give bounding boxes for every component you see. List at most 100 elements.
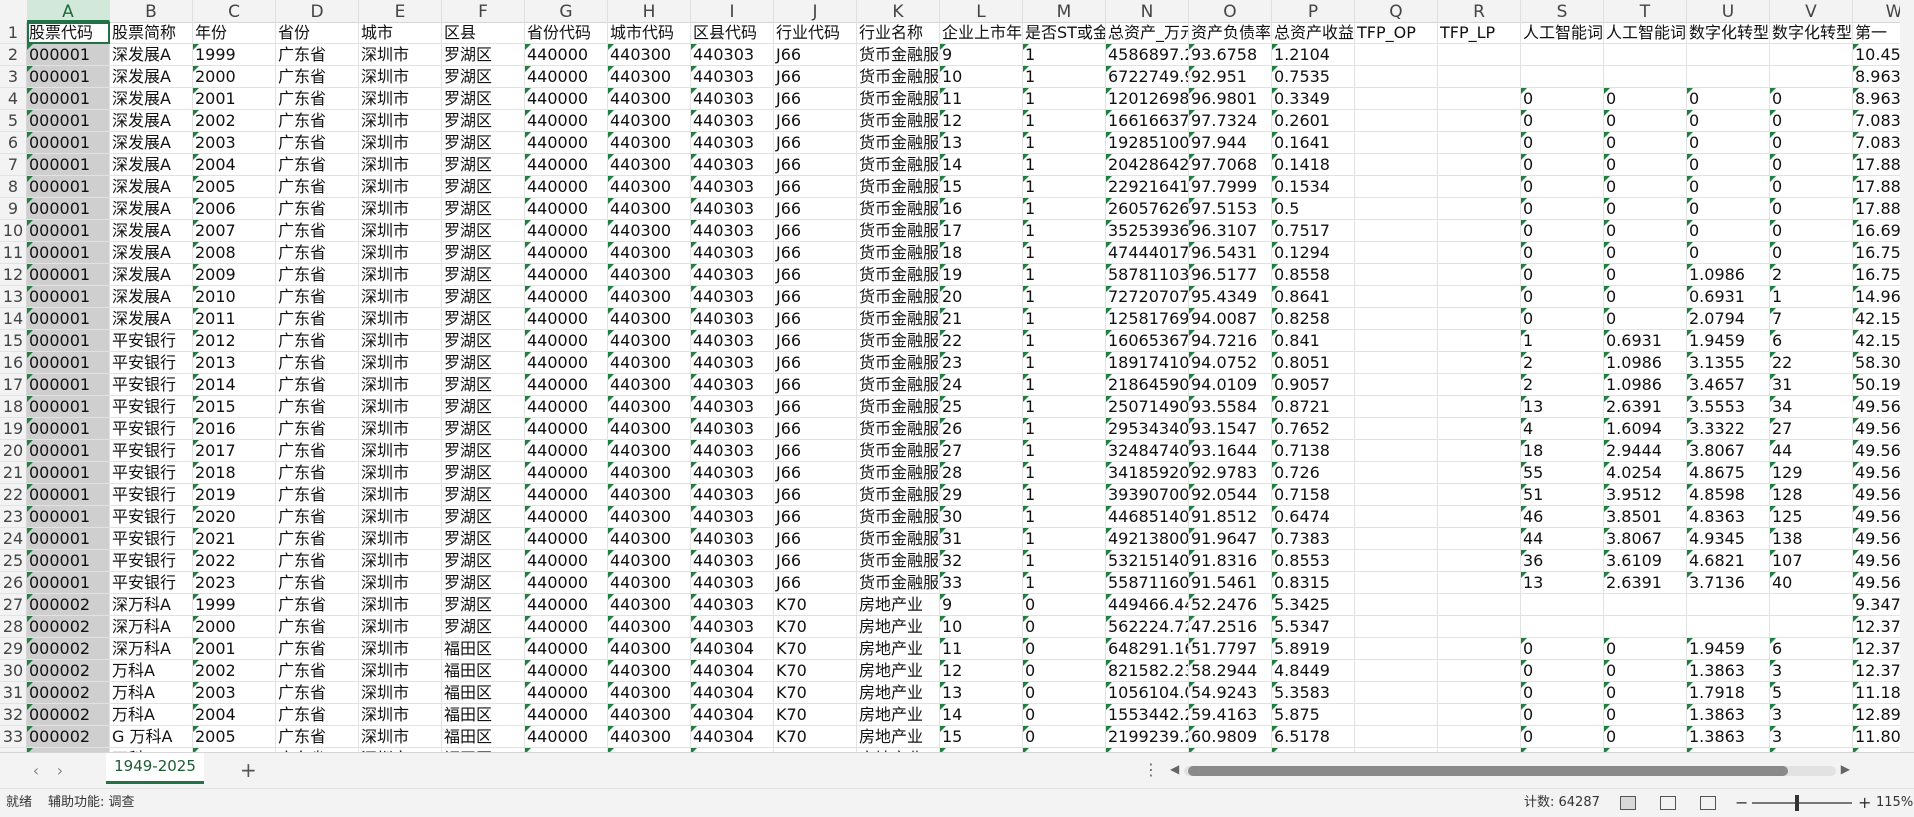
table-cell[interactable]: 92.0544	[1189, 484, 1272, 506]
table-cell[interactable]: 3.3322	[1687, 418, 1770, 440]
table-cell[interactable]: J66	[774, 330, 857, 352]
table-cell[interactable]: 2.0794	[1687, 308, 1770, 330]
table-cell[interactable]: 40	[1770, 572, 1853, 594]
scroll-thumb[interactable]	[1188, 766, 1788, 776]
table-cell[interactable]: 0.8558	[1272, 264, 1355, 286]
table-cell[interactable]: 129	[1770, 462, 1853, 484]
table-cell[interactable]: 91.8512	[1189, 506, 1272, 528]
table-cell[interactable]: 96.3107	[1189, 220, 1272, 242]
table-cell[interactable]: 0.7535	[1272, 66, 1355, 88]
table-cell[interactable]: 2007	[193, 220, 276, 242]
table-cell[interactable]	[1438, 462, 1521, 484]
row-header[interactable]: 22	[0, 484, 27, 506]
table-cell[interactable]: 440303	[691, 286, 774, 308]
header-cell[interactable]: 总资产收益	[1272, 22, 1355, 44]
table-cell[interactable]: 440303	[691, 44, 774, 66]
table-cell[interactable]: 深发展A	[110, 110, 193, 132]
table-cell[interactable]: 128	[1770, 484, 1853, 506]
table-cell[interactable]: 29	[940, 484, 1023, 506]
table-cell[interactable]: 3.7136	[1687, 572, 1770, 594]
row-header[interactable]: 15	[0, 330, 27, 352]
table-cell[interactable]: 000001	[27, 462, 110, 484]
table-cell[interactable]: J66	[774, 198, 857, 220]
table-cell[interactable]: 1.3863	[1687, 660, 1770, 682]
table-cell[interactable]: 440300	[608, 110, 691, 132]
column-header-h[interactable]: H	[608, 0, 691, 22]
table-cell[interactable]: 0	[1770, 132, 1853, 154]
table-cell[interactable]: 2005	[193, 176, 276, 198]
table-cell[interactable]: 2012	[193, 330, 276, 352]
table-cell[interactable]: 440303	[691, 506, 774, 528]
table-cell[interactable]: 2002	[193, 660, 276, 682]
table-cell[interactable]: 440300	[608, 264, 691, 286]
column-header-b[interactable]: B	[110, 0, 193, 22]
table-cell[interactable]: 0.5	[1272, 198, 1355, 220]
table-cell[interactable]: 18	[1521, 440, 1604, 462]
table-cell[interactable]: 0.8553	[1272, 550, 1355, 572]
table-cell[interactable]: 0.8051	[1272, 352, 1355, 374]
header-cell[interactable]: 行业代码	[774, 22, 857, 44]
column-header-m[interactable]: M	[1023, 0, 1106, 22]
table-cell[interactable]	[1438, 264, 1521, 286]
table-cell[interactable]: 440303	[691, 352, 774, 374]
table-cell[interactable]: 440300	[608, 572, 691, 594]
table-cell[interactable]: 3.8067	[1604, 528, 1687, 550]
table-cell[interactable]	[1438, 198, 1521, 220]
table-cell[interactable]: 440303	[691, 594, 774, 616]
header-cell[interactable]: 企业上市年	[940, 22, 1023, 44]
table-cell[interactable]: 562224.72	[1106, 616, 1189, 638]
column-header-t[interactable]: T	[1604, 0, 1687, 22]
table-cell[interactable]: 21	[940, 308, 1023, 330]
table-cell[interactable]: 440000	[525, 374, 608, 396]
table-cell[interactable]: 广东省	[276, 264, 359, 286]
table-cell[interactable]: 6722749.9	[1106, 66, 1189, 88]
table-cell[interactable]: 广东省	[276, 154, 359, 176]
table-cell[interactable]: 2019	[193, 484, 276, 506]
table-cell[interactable]: 1	[1023, 88, 1106, 110]
table-cell[interactable]: 000002	[27, 638, 110, 660]
table-cell[interactable]: 货币金融服	[857, 132, 940, 154]
header-cell[interactable]: 是否ST或金	[1023, 22, 1106, 44]
row-header[interactable]: 29	[0, 638, 27, 660]
table-cell[interactable]: 30	[940, 506, 1023, 528]
table-cell[interactable]: 深圳市	[359, 396, 442, 418]
table-cell[interactable]: 440303	[691, 110, 774, 132]
table-cell[interactable]: 26	[940, 418, 1023, 440]
table-cell[interactable]: 000001	[27, 88, 110, 110]
spreadsheet-grid[interactable]: ABCDEFGHIJKLMNOPQRSTUVW 1 2 3 4 5 6 7 8 9 10 11 12 1…	[0, 0, 1914, 752]
table-cell[interactable]: 440303	[691, 264, 774, 286]
table-cell[interactable]: 13	[1521, 572, 1604, 594]
table-cell[interactable]: 000001	[27, 440, 110, 462]
table-cell[interactable]: 2003	[193, 132, 276, 154]
table-cell[interactable]: 深发展A	[110, 44, 193, 66]
table-cell[interactable]: 3	[1770, 660, 1853, 682]
table-cell[interactable]: 95.4349	[1189, 286, 1272, 308]
table-cell[interactable]: 0.7138	[1272, 440, 1355, 462]
table-cell[interactable]: 13	[940, 132, 1023, 154]
table-cell[interactable]: 货币金融服	[857, 550, 940, 572]
page-layout-icon[interactable]	[1660, 796, 1676, 810]
table-cell[interactable]: 93.5584	[1189, 396, 1272, 418]
table-cell[interactable]: 58.2944	[1189, 660, 1272, 682]
table-cell[interactable]: 27	[1770, 418, 1853, 440]
table-cell[interactable]: 440000	[525, 418, 608, 440]
table-cell[interactable]: 罗湖区	[442, 462, 525, 484]
header-cell[interactable]: 城市	[359, 22, 442, 44]
table-cell[interactable]: J66	[774, 440, 857, 462]
sheet-tab[interactable]: 1949-2025	[106, 753, 204, 784]
table-cell[interactable]	[1604, 616, 1687, 638]
table-cell[interactable]: 货币金融服	[857, 198, 940, 220]
table-cell[interactable]: 广东省	[276, 484, 359, 506]
table-cell[interactable]: 0	[1604, 242, 1687, 264]
table-cell[interactable]: K70	[774, 660, 857, 682]
table-cell[interactable]: 罗湖区	[442, 418, 525, 440]
row-header[interactable]: 17	[0, 374, 27, 396]
table-cell[interactable]: 广东省	[276, 550, 359, 572]
table-cell[interactable]: 货币金融服	[857, 374, 940, 396]
table-cell[interactable]: 440303	[691, 88, 774, 110]
table-cell[interactable]: 0	[1604, 220, 1687, 242]
table-cell[interactable]	[1604, 594, 1687, 616]
table-cell[interactable]: 深圳市	[359, 220, 442, 242]
table-cell[interactable]: 深圳市	[359, 550, 442, 572]
table-cell[interactable]: 广东省	[276, 198, 359, 220]
